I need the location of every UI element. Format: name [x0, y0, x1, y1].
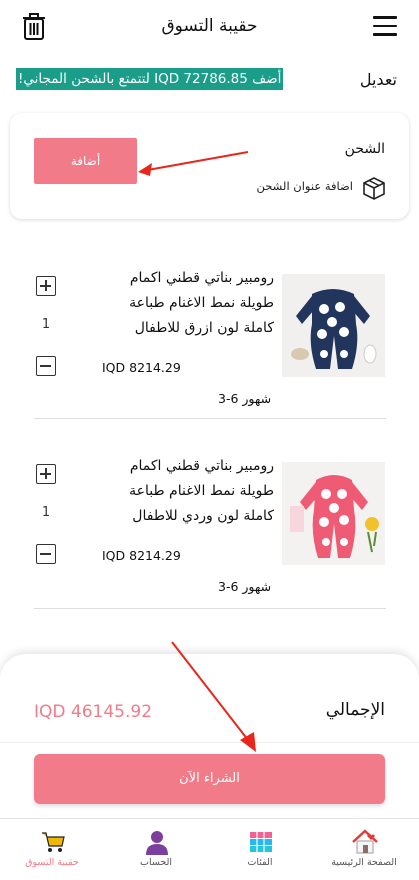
total-label: الإجمالي: [325, 700, 385, 720]
categories-icon: [250, 832, 272, 852]
cart-icon: [42, 832, 65, 852]
edit-button[interactable]: تعديل: [360, 70, 397, 89]
tab-label: الفئات: [247, 857, 273, 868]
product-name: رومبير بناتي قطني اكمام طويلة نمط الاغنا…: [129, 270, 274, 336]
decrease-quantity-button[interactable]: [36, 544, 56, 564]
box-icon: [363, 177, 385, 200]
account-icon: [146, 831, 168, 855]
increase-quantity-button[interactable]: [36, 276, 56, 296]
divider: [34, 608, 386, 609]
product-image[interactable]: [282, 462, 385, 565]
tab-categories[interactable]: الفئات: [208, 819, 312, 880]
free-shipping-promo: أضف IQD 72786.85 لتتمتع بالشحن المجاني!: [16, 68, 284, 90]
home-icon: [352, 829, 378, 854]
bottom-tab-bar: حقيبة التسوق الحساب الفئات الصفحة الرئيس…: [0, 818, 419, 880]
product-price: IQD 8214.29: [102, 360, 181, 375]
tab-account[interactable]: الحساب: [104, 819, 208, 880]
tab-label: حقيبة التسوق: [25, 857, 79, 868]
increase-quantity-button[interactable]: [36, 464, 56, 484]
promo-row: أضف IQD 72786.85 لتتمتع بالشحن المجاني! …: [0, 66, 419, 94]
buy-now-button[interactable]: الشراء الآن: [34, 754, 385, 804]
product-size: 3-6 شهور: [218, 391, 272, 406]
cart-item: رومبير بناتي قطني اكمام طويلة نمط الاغنا…: [0, 418, 419, 608]
tab-label: الحساب: [140, 857, 172, 868]
quantity-value: 1: [41, 317, 51, 332]
shipping-title: الشحن: [344, 141, 385, 157]
annotation-arrow: [171, 641, 256, 752]
divider: [34, 418, 386, 419]
product-image[interactable]: [282, 274, 385, 377]
tab-home[interactable]: الصفحة الرئيسية: [312, 819, 416, 880]
decrease-quantity-button[interactable]: [36, 356, 56, 376]
product-price: IQD 8214.29: [102, 548, 181, 563]
product-size: 3-6 شهور: [218, 579, 272, 594]
cart-item: رومبير بناتي قطني اكمام طويلة نمط الاغنا…: [0, 230, 419, 420]
tab-cart[interactable]: حقيبة التسوق: [0, 819, 104, 880]
product-name: رومبير بناتي قطني اكمام طويلة نمط الاغنا…: [129, 458, 274, 524]
app-header: حقيبة التسوق: [0, 0, 419, 56]
menu-icon[interactable]: [373, 16, 397, 36]
total-value: IQD 46145.92: [34, 702, 153, 722]
tab-label: الصفحة الرئيسية: [331, 857, 397, 868]
page-title: حقيبة التسوق: [161, 16, 258, 36]
quantity-value: 1: [41, 505, 51, 520]
add-shipping-address-link[interactable]: اضافة عنوان الشحن: [257, 179, 354, 193]
annotation-arrow: [138, 151, 249, 176]
